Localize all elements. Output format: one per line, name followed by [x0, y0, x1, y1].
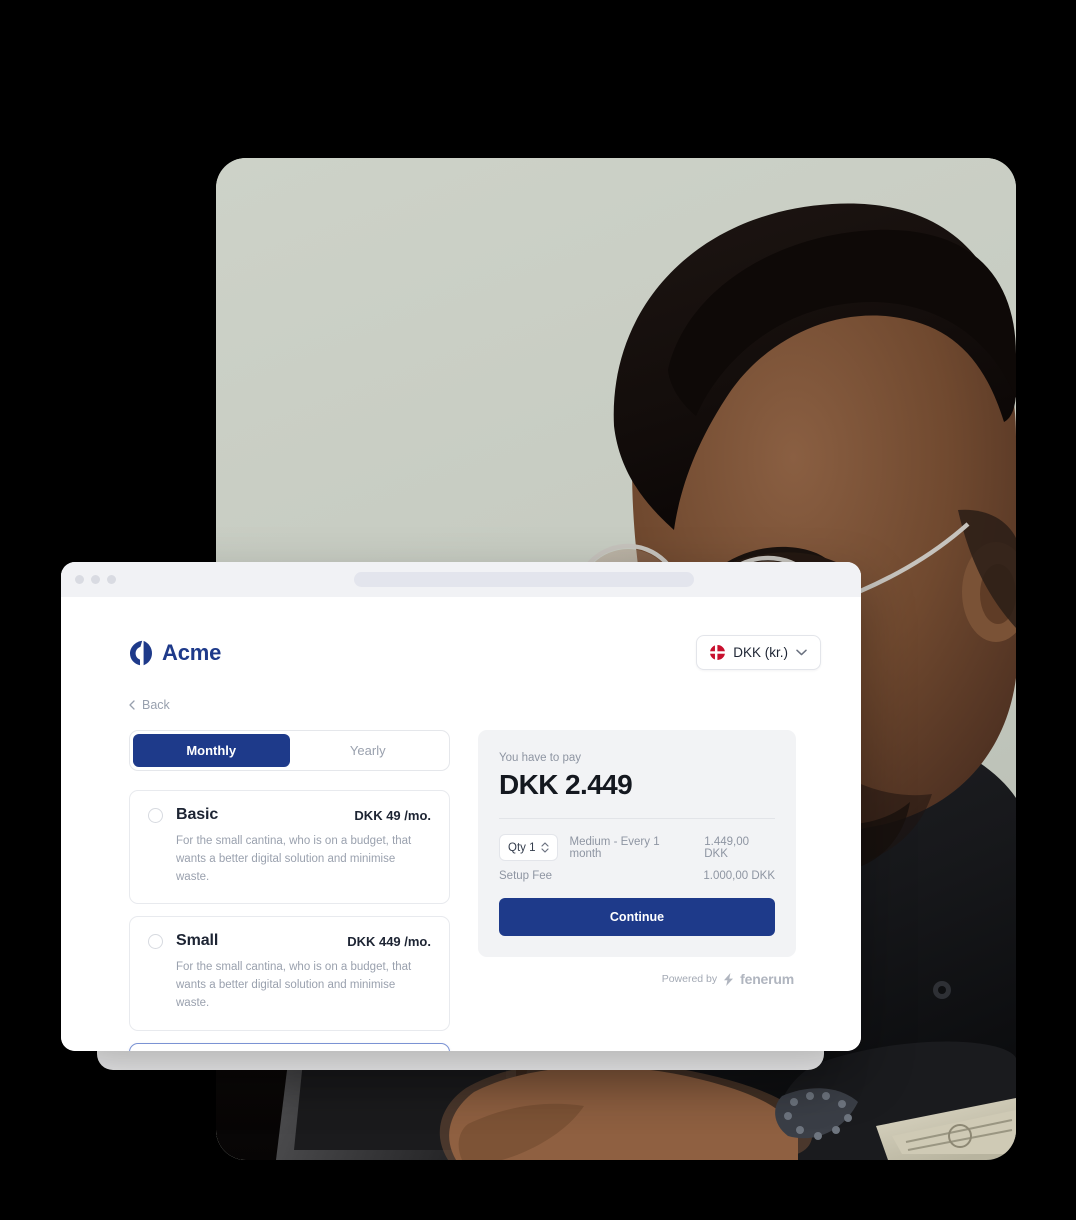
maximize-dot-icon[interactable]	[107, 575, 116, 584]
url-bar[interactable]	[354, 572, 694, 587]
line-item-name: Medium - Every 1 month	[569, 835, 660, 860]
checkout-columns: Monthly Yearly Basic DKK 49 /mo. For the…	[129, 730, 821, 1051]
pay-amount: DKK 2.449	[499, 769, 633, 800]
order-summary-column: You have to pay DKK 2.449 Qty 1 Medium -…	[478, 730, 796, 987]
browser-window: Acme DKK (kr.) Back Monthly Yearly Basic…	[61, 562, 861, 1051]
chevron-left-icon	[129, 700, 135, 710]
setup-fee-row: Setup Fee 1.000,00 DKK	[499, 870, 775, 882]
setup-fee-amount: 1.000,00 DKK	[703, 870, 775, 882]
chevron-down-icon	[796, 649, 807, 656]
plan-header: Small DKK 449 /mo.	[148, 932, 431, 950]
toggle-option-monthly[interactable]: Monthly	[133, 734, 290, 767]
close-dot-icon[interactable]	[75, 575, 84, 584]
plan-header: Basic DKK 49 /mo.	[148, 806, 431, 824]
plan-description-basic: For the small cantina, who is on a budge…	[176, 835, 412, 883]
plan-price-small: DKK 449 /mo.	[347, 933, 431, 949]
plan-selection-column: Monthly Yearly Basic DKK 49 /mo. For the…	[129, 730, 450, 1051]
plan-card-basic[interactable]: Basic DKK 49 /mo. For the small cantina,…	[129, 790, 450, 905]
fenerum-wordmark: fenerum	[740, 971, 794, 987]
currency-selector[interactable]: DKK (kr.)	[696, 635, 821, 670]
page-viewport: Acme DKK (kr.) Back Monthly Yearly Basic…	[61, 597, 861, 1051]
summary-line-item: Qty 1 Medium - Every 1 month 1.449,00 DK…	[499, 834, 775, 861]
minimize-dot-icon[interactable]	[91, 575, 100, 584]
toggle-option-yearly[interactable]: Yearly	[290, 734, 447, 767]
plan-card-small[interactable]: Small DKK 449 /mo. For the small cantina…	[129, 916, 450, 1031]
plan-name-basic: Basic	[176, 806, 219, 823]
stepper-up-down-icon[interactable]	[541, 841, 550, 854]
screenshot-stage: Acme DKK (kr.) Back Monthly Yearly Basic…	[0, 0, 1076, 1220]
setup-fee-label: Setup Fee	[499, 870, 553, 882]
back-link[interactable]: Back	[129, 698, 170, 712]
summary-divider	[499, 818, 775, 819]
back-link-label: Back	[142, 698, 170, 712]
acme-crescent-logo-icon	[130, 640, 152, 665]
quantity-stepper[interactable]: Qty 1	[499, 834, 559, 861]
plan-description-small: For the small cantina, who is on a budge…	[176, 961, 412, 1010]
page-header: Acme DKK (kr.)	[129, 635, 821, 670]
plan-name-small: Small	[176, 932, 219, 950]
quantity-label: Qty 1	[508, 841, 536, 854]
pay-label: You have to pay	[499, 752, 582, 764]
brand-logo: Acme	[129, 640, 221, 666]
continue-button[interactable]: Continue	[499, 898, 775, 936]
lightning-bolt-icon	[724, 972, 734, 986]
line-item-amount: 1.449,00 DKK	[704, 835, 750, 860]
powered-by-label: Powered by	[661, 973, 718, 985]
powered-by-footer: Powered by fenerum	[478, 971, 796, 987]
plan-price-basic: DKK 49 /mo.	[354, 807, 431, 823]
window-controls	[75, 575, 116, 584]
brand-name: Acme	[162, 639, 222, 665]
plan-radio-basic[interactable]	[148, 807, 163, 823]
billing-period-toggle: Monthly Yearly	[129, 730, 450, 771]
plan-card-medium[interactable]: Medium DKK 1.449 /mo. For the small cant…	[129, 1042, 450, 1051]
browser-title-bar	[61, 562, 861, 597]
plan-radio-small[interactable]	[148, 933, 163, 949]
denmark-flag-icon	[710, 645, 726, 660]
currency-label: DKK (kr.)	[733, 645, 788, 660]
order-summary-panel: You have to pay DKK 2.449 Qty 1 Medium -…	[478, 730, 796, 957]
